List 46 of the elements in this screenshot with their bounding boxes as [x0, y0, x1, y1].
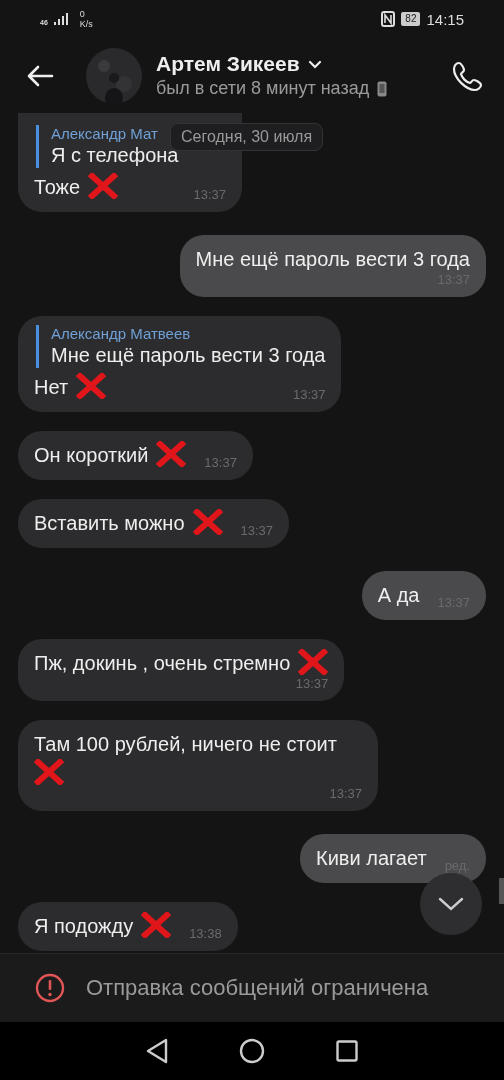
quote-author: Александр Матвеев [51, 325, 191, 342]
chevron-down-icon [438, 897, 464, 911]
message-text: Вставить можно [34, 511, 185, 536]
notice-text: Отправка сообщений ограничена [86, 975, 429, 1001]
signal-icon [53, 13, 70, 25]
clock: 14:15 [426, 10, 464, 28]
phone-call-icon[interactable] [452, 59, 484, 92]
last-seen-text: был в сети 8 минут назад [156, 78, 370, 99]
message-text: Мне ещё пароль вести 3 года [195, 247, 470, 272]
quote-author: Александр Мат [51, 125, 158, 142]
back-arrow-icon[interactable] [26, 64, 54, 87]
speed-unit: K/s [79, 19, 93, 29]
message-time: 13:37 [328, 786, 362, 801]
phone-device-icon [377, 80, 388, 97]
quoted-text: Мне ещё пароль вести 3 года [51, 343, 326, 368]
scrollbar-thumb[interactable] [499, 878, 504, 904]
message-bubble[interactable]: Там 100 рублей, ничего не стоит 13:37 [18, 720, 378, 811]
message-time: 13:37 [294, 676, 329, 691]
message-text: Я подожду [34, 914, 134, 939]
message-text: Пж, докинь , очень стремно [34, 651, 291, 676]
message-text: Нет [34, 375, 69, 400]
message-text: Там 100 рублей, ничего не стоит [34, 732, 337, 757]
message-bubble[interactable]: Вставить можно 13:37 [18, 499, 290, 548]
message-time: 13:37 [291, 387, 326, 402]
speed-value: 0 [79, 9, 86, 19]
recents-icon[interactable] [336, 1040, 359, 1062]
chevron-down-icon[interactable] [307, 59, 322, 69]
home-icon[interactable] [239, 1038, 265, 1064]
warning-icon [34, 972, 66, 1004]
message-bubble[interactable]: Александр Матвеев Мне ещё пароль вести 3 года Нет 13:37 [18, 316, 342, 412]
back-icon[interactable] [145, 1038, 168, 1064]
message-text: Он короткий [34, 443, 149, 468]
message-time: 13:37 [192, 187, 226, 202]
message-time: 13:37 [203, 455, 237, 470]
message-bubble[interactable]: Он короткий 13:37 [18, 431, 253, 480]
message-bubble[interactable]: Пж, докинь , очень стремно 13:37 [18, 639, 345, 701]
message-bubble[interactable]: Я подожду 13:38 [18, 902, 238, 951]
battery-level: 82 [401, 12, 421, 26]
message-text: Тоже [34, 175, 81, 200]
message-time: 13:38 [188, 926, 222, 941]
nfc-icon [381, 11, 396, 27]
message-text: А да [377, 583, 420, 608]
message-text: Киви лагает [316, 846, 427, 871]
date-badge: Сегодня, 30 июля [170, 123, 324, 151]
message-time: 13:37 [239, 523, 274, 538]
contact-name[interactable]: Артем Зикеев [156, 52, 300, 76]
